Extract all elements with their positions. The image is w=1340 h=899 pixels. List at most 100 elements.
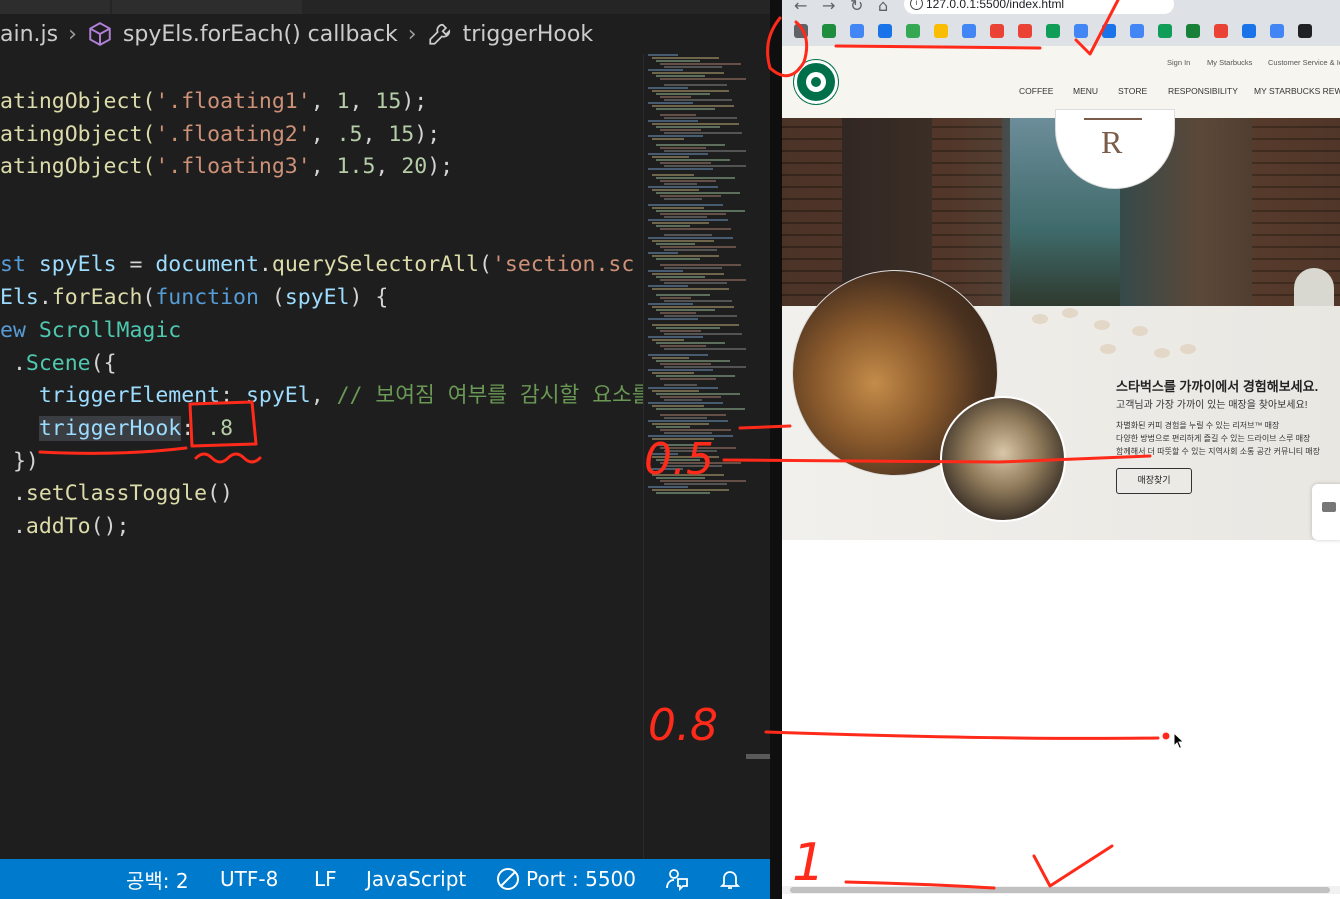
bookmark-icon[interactable]: [1270, 24, 1284, 38]
starbucks-logo[interactable]: [794, 60, 838, 104]
editor-scrollbar[interactable]: [746, 54, 770, 859]
breadcrumb-file[interactable]: ain.js: [0, 22, 58, 47]
code-line[interactable]: triggerElement: spyEl, // 보여짐 여부를 감시할 요소…: [0, 380, 652, 413]
code-line[interactable]: triggerHook: .8: [0, 413, 642, 446]
status-language[interactable]: JavaScript: [366, 859, 466, 899]
minimap[interactable]: [643, 54, 752, 859]
code-token: .: [0, 513, 26, 539]
bookmark-icon[interactable]: [1074, 24, 1088, 38]
minimap-line: [656, 309, 715, 311]
minimap-line: [648, 387, 718, 389]
util-customer-service[interactable]: Customer Service & Ide: [1268, 58, 1340, 67]
split-divider[interactable]: [770, 0, 782, 899]
minimap-line: [652, 273, 724, 275]
status-eol[interactable]: LF: [314, 859, 337, 899]
minimap-line: [652, 90, 729, 92]
code-line[interactable]: Els.forEach(function (spyEl) {: [0, 282, 642, 315]
bookmark-icon[interactable]: [1298, 24, 1312, 38]
minimap-line: [664, 165, 752, 167]
find-store-button[interactable]: 매장찾기: [1116, 468, 1192, 494]
code-token: // 보여짐 여부를 감시할 요소를: [336, 383, 652, 409]
code-line[interactable]: [0, 184, 642, 217]
minimap-line: [656, 360, 730, 362]
nav-menu[interactable]: MENU: [1073, 86, 1098, 96]
code-line[interactable]: atingObject('.floating3', 1.5, 20);: [0, 151, 642, 184]
bookmark-icon[interactable]: [878, 24, 892, 38]
code-token: forEach: [51, 285, 143, 311]
minimap-line: [656, 294, 710, 296]
minimap-line: [664, 117, 737, 119]
status-encoding[interactable]: UTF-8: [220, 859, 278, 899]
status-port: Port : 5500: [526, 867, 636, 891]
nav-my-starbucks-rewards[interactable]: MY STARBUCKS REWA: [1254, 86, 1340, 96]
code-editor[interactable]: ain.js › spyEls.forEach() callback › tri…: [0, 0, 770, 899]
pendant-lamp: [1294, 268, 1334, 308]
tab-main-js[interactable]: [0, 0, 110, 14]
back-icon[interactable]: ←: [794, 0, 807, 15]
minimap-line: [664, 417, 707, 419]
editor-scrollbar-thumb[interactable]: [746, 754, 770, 759]
util-my-starbucks[interactable]: My Starbucks: [1207, 58, 1252, 67]
minimap-line: [648, 54, 678, 56]
breadcrumb-callback[interactable]: spyEls.forEach() callback: [123, 22, 398, 47]
code-line[interactable]: atingObject('.floating2', .5, 15);: [0, 119, 642, 152]
code-line[interactable]: .Scene({: [0, 348, 642, 381]
code-line[interactable]: st spyEls = document.querySelectorAll('s…: [0, 249, 642, 282]
address-bar[interactable]: i 127.0.0.1:5500/index.html: [904, 0, 1174, 14]
home-icon[interactable]: ⌂: [878, 0, 888, 15]
code-line[interactable]: .addTo();: [0, 511, 642, 544]
info-icon[interactable]: i: [910, 0, 923, 10]
breadcrumb-property[interactable]: triggerHook: [463, 22, 594, 47]
minimap-line: [660, 312, 696, 314]
minimap-line: [656, 492, 710, 494]
minimap-line: [664, 399, 702, 401]
reload-icon[interactable]: ↻: [850, 0, 863, 15]
bookmark-icon[interactable]: [1018, 24, 1032, 38]
code-token: '.floating2': [155, 121, 311, 147]
code-token: ,: [310, 89, 337, 114]
code-line[interactable]: atingObject('.floating1', 1, 15);: [0, 86, 642, 119]
nav-responsibility[interactable]: RESPONSIBILITY: [1168, 86, 1238, 96]
minimap-line: [660, 330, 701, 332]
code-line[interactable]: .setClassToggle(): [0, 478, 642, 511]
bookmark-icon[interactable]: [934, 24, 948, 38]
page-scrollbar-thumb[interactable]: [790, 887, 1330, 893]
nav-coffee[interactable]: COFFEE: [1019, 86, 1053, 96]
code-line[interactable]: [0, 217, 642, 250]
bookmark-icon[interactable]: [1186, 24, 1200, 38]
bookmark-icon[interactable]: [1158, 24, 1172, 38]
bookmark-icon[interactable]: [990, 24, 1004, 38]
bookmark-icon[interactable]: [850, 24, 864, 38]
bookmark-icon[interactable]: [1214, 24, 1228, 38]
minimap-line: [652, 423, 709, 425]
bookmark-icon[interactable]: [906, 24, 920, 38]
minimap-line: [648, 135, 703, 137]
util-sign-in[interactable]: Sign In: [1167, 58, 1190, 67]
nav-store[interactable]: STORE: [1118, 86, 1147, 96]
minimap-line: [664, 282, 727, 284]
forward-icon[interactable]: →: [822, 0, 835, 15]
code-token: atingObject(: [0, 121, 156, 147]
bookmark-icon[interactable]: [1242, 24, 1256, 38]
code-line[interactable]: ew ScrollMagic: [0, 315, 642, 348]
bookmark-icon[interactable]: [962, 24, 976, 38]
side-floating-badge[interactable]: [1312, 484, 1340, 540]
bell-icon[interactable]: [718, 859, 742, 899]
status-live-server[interactable]: Port : 5500: [496, 859, 636, 899]
status-indentation[interactable]: 공백: 2: [126, 859, 189, 899]
code-token: ,: [349, 89, 376, 114]
bookmark-icon[interactable]: [1046, 24, 1060, 38]
code-token: (: [478, 252, 492, 278]
code-area[interactable]: atingObject('.floating1', 1, 15); atingOb…: [0, 86, 652, 544]
bookmark-icon[interactable]: [1102, 24, 1116, 38]
feedback-icon[interactable]: [664, 859, 690, 899]
tab-other[interactable]: [112, 0, 302, 14]
code-line[interactable]: }): [0, 446, 642, 479]
minimap-line: [652, 240, 714, 242]
code-token: .: [258, 252, 272, 278]
page-horizontal-scrollbar[interactable]: [782, 886, 1340, 894]
bookmark-icon[interactable]: [794, 24, 808, 38]
bookmark-icon[interactable]: [822, 24, 836, 38]
bookmark-icon[interactable]: [1130, 24, 1144, 38]
